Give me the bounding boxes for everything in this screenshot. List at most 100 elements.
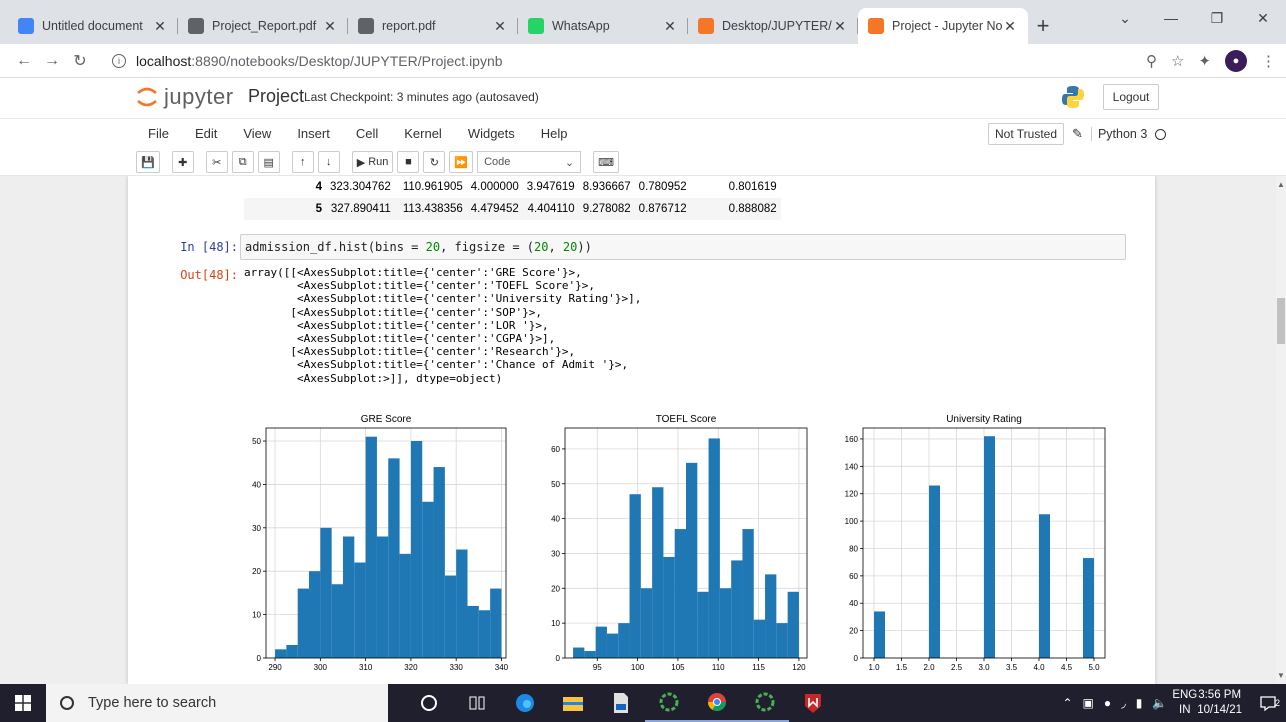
histogram-bar [686,462,698,658]
lang-bottom: IN [1179,704,1191,716]
menu-edit[interactable]: Edit [195,126,217,141]
menu-kernel[interactable]: Kernel [404,126,442,141]
loading-app-icon-2[interactable] [741,684,789,722]
tab-close-icon[interactable]: ✕ [662,18,678,35]
jupyter-menubar: File Edit View Insert Cell Kernel Widgets Help … [0,118,1286,148]
tab-search-icon[interactable]: ⌄ [1102,0,1148,36]
chrome-icon[interactable] [693,684,741,722]
menu-cell[interactable]: Cell [356,126,378,141]
input-prompt: In [48]: [180,240,238,254]
volume-icon[interactable]: 🔈 [1152,696,1167,710]
insert-cell-icon[interactable]: ✚ [171,151,194,173]
table-cell: 4.404110 [527,203,575,215]
x-tick-label: 110 [712,663,725,672]
scroll-up-icon[interactable]: ▲ [1277,180,1285,189]
logout-button[interactable]: Logout [1103,84,1159,110]
wifi-icon[interactable]: ◞ [1121,696,1126,710]
y-tick-label: 120 [845,490,859,499]
save-icon[interactable]: 💾 [136,151,160,173]
notebook-scroll-area[interactable]: 4 323.304762 110.961905 4.000000 3.947619 8.9… [0,176,1276,684]
kernel-name[interactable]: Python 3 [1090,127,1147,141]
tray-app-icon[interactable]: ▣ [1083,696,1094,710]
move-down-icon[interactable]: ↓ [317,151,340,173]
y-tick-label: 20 [551,584,560,593]
language-indicator[interactable]: ENG IN [1172,688,1197,718]
close-window-icon[interactable]: ✕ [1240,0,1286,36]
file-icon[interactable] [597,684,645,722]
page-scrollbar[interactable]: ▲ ▼ [1276,176,1286,684]
extensions-puzzle-icon[interactable]: ✦ [1198,52,1211,70]
task-view-icon[interactable] [453,684,501,722]
back-icon[interactable]: ← [10,52,38,70]
chevron-up-icon[interactable]: ⌃ [1062,696,1072,710]
histogram-bar [719,588,732,658]
browser-tab[interactable]: Project - Jupyter No ✕ [858,8,1028,44]
browser-tab[interactable]: WhatsApp ✕ [518,8,688,44]
browser-tab[interactable]: report.pdf ✕ [348,8,518,44]
jupyter-logo[interactable]: jupyter [136,84,234,110]
tab-close-icon[interactable]: ✕ [832,18,848,35]
table-cell: 113.438356 [402,203,463,215]
menu-view[interactable]: View [243,126,271,141]
fast-forward-icon[interactable]: ⏩ [449,151,474,173]
reload-icon[interactable]: ↻ [66,51,94,71]
battery-icon[interactable]: ▮ [1136,696,1143,710]
x-tick-label: 120 [792,663,806,672]
menu-help[interactable]: Help [541,126,568,141]
scrollbar-thumb[interactable] [1277,298,1285,344]
tab-title: Untitled document [42,19,143,33]
bookmark-star-icon[interactable]: ☆ [1171,52,1184,70]
tab-close-icon[interactable]: ✕ [1002,18,1018,35]
tab-close-icon[interactable]: ✕ [322,18,338,35]
taskbar-search[interactable]: Type here to search [46,684,388,722]
code-cell-input[interactable]: admission_df.hist(bins = 20, figsize = (… [240,234,1126,260]
move-up-icon[interactable]: ↑ [291,151,314,173]
browser-tab[interactable]: Desktop/JUPYTER/✕ [688,8,858,44]
menu-widgets[interactable]: Widgets [468,126,515,141]
notification-center-icon[interactable]: 2 [1250,694,1286,712]
code-number: 20 [425,240,441,254]
trust-button[interactable]: Not Trusted [988,123,1065,145]
menu-insert[interactable]: Insert [297,126,330,141]
cut-icon[interactable]: ✂ [205,151,228,173]
menu-file[interactable]: File [148,126,169,141]
restart-icon[interactable]: ↻ [423,151,446,173]
edge-icon[interactable] [501,684,549,722]
browser-tab[interactable]: Untitled document ✕ [8,8,178,44]
tab-close-icon[interactable]: ✕ [152,18,168,35]
profile-avatar[interactable]: ● [1225,49,1247,72]
histogram-bar [342,536,355,658]
pencil-icon[interactable]: ✎ [1072,126,1083,142]
x-tick-label: 3.0 [978,663,990,672]
jupyter-notebook-icon [868,18,884,34]
run-button[interactable]: ▶ Run [351,151,394,173]
keyboard-icon[interactable]: ⌨ [593,151,619,173]
file-explorer-icon[interactable] [549,684,597,722]
address-bar[interactable]: i localhost:8890/notebooks/Desktop/JUPYT… [102,46,1136,75]
clock[interactable]: 3:56 PM 10/14/21 [1197,688,1242,718]
site-info-icon[interactable]: i [112,53,126,68]
zoom-icon[interactable]: ⚲ [1146,52,1157,70]
stop-icon[interactable]: ■ [397,151,420,173]
new-tab-button[interactable]: + [1028,8,1058,44]
windows-start-button[interactable] [0,684,46,722]
minimize-icon[interactable]: — [1148,0,1194,36]
y-tick-label: 10 [551,619,560,628]
scroll-down-icon[interactable]: ▼ [1277,671,1285,680]
restore-icon[interactable]: ❐ [1194,0,1240,36]
browser-tab[interactable]: Project_Report.pdf ✕ [178,8,348,44]
copy-icon[interactable]: ⧉ [231,151,254,173]
notebook-name[interactable]: Project [248,86,304,107]
cell-type-select[interactable]: Code ⌄ [477,151,582,173]
forward-icon[interactable]: → [38,52,66,70]
tab-close-icon[interactable]: ✕ [492,18,508,35]
table-cell: 4.000000 [470,181,519,193]
cortana-icon[interactable] [405,684,453,722]
y-tick-label: 20 [252,567,261,576]
loading-app-icon[interactable] [645,684,693,722]
mcafee-icon[interactable] [789,684,837,722]
tray-security-icon[interactable]: ● [1104,696,1111,710]
paste-icon[interactable]: ▤ [257,151,280,173]
histogram-bar [584,651,596,658]
browser-menu-icon[interactable]: ⋮ [1261,52,1276,70]
